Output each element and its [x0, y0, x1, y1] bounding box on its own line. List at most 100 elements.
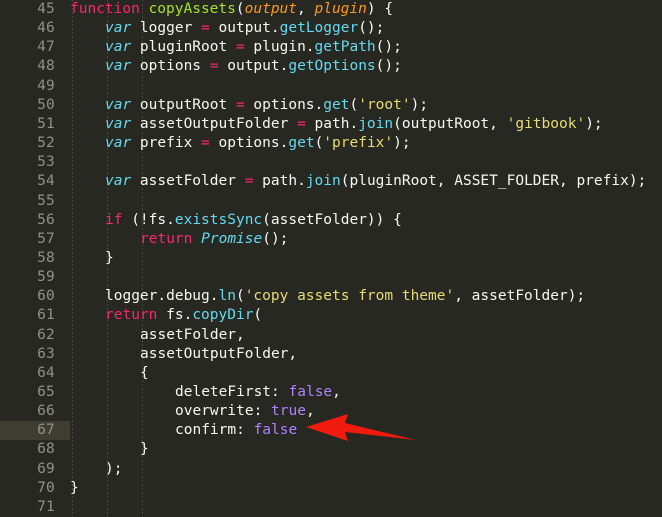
line-number[interactable]: 63 [0, 345, 70, 364]
code-line[interactable]: 48 var options = output.getOptions(); [0, 57, 662, 76]
code-text[interactable]: } [70, 249, 114, 268]
code-line[interactable]: 60 logger.debug.ln('copy assets from them… [0, 287, 662, 306]
code-line[interactable]: 54 var assetFolder = path.join(pluginRoot… [0, 172, 662, 191]
code-text[interactable] [70, 153, 105, 172]
code-line[interactable]: 69); [0, 460, 662, 479]
code-text[interactable]: var pluginRoot = plugin.getPath(); [70, 38, 402, 57]
code-text[interactable]: if (!fs.existsSync(assetFolder)) { [70, 211, 402, 230]
code-text[interactable]: var options = output.getOptions(); [70, 57, 402, 76]
code-line[interactable]: 65 deleteFirst: false, [0, 383, 662, 402]
token-pl: } [70, 479, 79, 496]
line-number[interactable]: 62 [0, 326, 70, 345]
token-pl: (); [375, 58, 402, 75]
token-meth: getPath [314, 39, 376, 56]
line-number[interactable]: 64 [0, 364, 70, 383]
token-pl: (!fs. [122, 211, 175, 228]
line-number[interactable]: 53 [0, 153, 70, 172]
line-number[interactable]: 57 [0, 230, 70, 249]
code-text[interactable]: logger.debug.ln('copy assets from theme'… [70, 287, 585, 306]
token-pl: options [131, 58, 210, 75]
code-text[interactable]: return Promise(); [70, 230, 288, 249]
code-text[interactable]: assetFolder, [70, 326, 245, 345]
line-number[interactable]: 58 [0, 249, 70, 268]
line-number[interactable]: 56 [0, 211, 70, 230]
code-text[interactable] [70, 192, 105, 211]
line-number[interactable]: 47 [0, 38, 70, 57]
token-pl: , assetFolder); [454, 288, 586, 305]
code-line[interactable]: 62 assetFolder, [0, 326, 662, 345]
code-line[interactable]: 66 overwrite: true, [0, 402, 662, 421]
code-text[interactable]: } [70, 479, 79, 498]
code-line[interactable]: 70} [0, 479, 662, 498]
code-line[interactable]: 46 var logger = output.getLogger(); [0, 19, 662, 38]
code-text[interactable]: deleteFirst: false, [70, 383, 341, 402]
code-line[interactable]: 63 assetOutputFolder, [0, 345, 662, 364]
code-line[interactable]: 49 [0, 77, 662, 96]
code-line[interactable]: 55 [0, 192, 662, 211]
line-number[interactable]: 46 [0, 19, 70, 38]
token-var: var [105, 173, 132, 190]
code-text[interactable]: } [70, 440, 149, 459]
line-number[interactable]: 69 [0, 460, 70, 479]
line-number[interactable]: 50 [0, 96, 70, 115]
token-var: var [105, 20, 132, 37]
code-editor[interactable]: 45 function copyAssets(output, plugin) {4… [0, 0, 662, 517]
token-meth: copyDir [192, 307, 254, 324]
code-text[interactable]: var outputRoot = options.get('root'); [70, 96, 428, 115]
line-number[interactable]: 60 [0, 287, 70, 306]
code-text[interactable]: var assetFolder = path.join(pluginRoot, … [70, 172, 646, 191]
code-text[interactable] [70, 268, 105, 287]
code-line[interactable]: 56 if (!fs.existsSync(assetFolder)) { [0, 211, 662, 230]
code-line[interactable]: 50 var outputRoot = options.get('root'); [0, 96, 662, 115]
line-number[interactable]: 70 [0, 479, 70, 498]
line-number[interactable]: 49 [0, 77, 70, 96]
token-pl: (pluginRoot, ASSET_FOLDER, prefix); [340, 173, 647, 190]
token-op: = [297, 115, 306, 132]
code-text[interactable]: { [70, 364, 149, 383]
token-pl: overwrite: [175, 403, 272, 420]
code-line[interactable]: 67 confirm: false [0, 421, 662, 441]
token-meth: existsSync [174, 211, 263, 228]
code-text[interactable] [70, 77, 105, 96]
line-number[interactable]: 51 [0, 115, 70, 134]
code-line[interactable]: 52 var prefix = options.get('prefix'); [0, 134, 662, 153]
code-line[interactable]: 51 var assetOutputFolder = path.join(outp… [0, 115, 662, 134]
code-line[interactable]: 47 var pluginRoot = plugin.getPath(); [0, 38, 662, 57]
code-text[interactable]: overwrite: true, [70, 402, 315, 421]
line-number[interactable]: 66 [0, 402, 70, 421]
code-text[interactable]: confirm: false [70, 421, 297, 440]
code-line[interactable]: 71 [0, 498, 662, 517]
code-text[interactable]: return fs.copyDir( [70, 306, 262, 325]
code-line[interactable]: 57 return Promise(); [0, 230, 662, 249]
code-text[interactable]: function copyAssets(output, plugin) { [70, 0, 393, 19]
code-text[interactable]: var assetOutputFolder = path.join(output… [70, 115, 603, 134]
line-number[interactable]: 55 [0, 192, 70, 211]
token-str: 'copy assets from theme' [244, 288, 455, 305]
code-line[interactable]: 68} [0, 440, 662, 459]
line-number[interactable]: 52 [0, 134, 70, 153]
code-line[interactable]: 64 { [0, 364, 662, 383]
token-str: 'root' [358, 96, 411, 113]
code-text[interactable]: ); [70, 460, 122, 479]
code-line[interactable]: 61 return fs.copyDir( [0, 306, 662, 325]
token-pl: confirm: [175, 422, 254, 439]
line-number[interactable]: 71 [0, 498, 70, 517]
token-meth: ln [218, 288, 236, 305]
line-number[interactable]: 59 [0, 268, 70, 287]
line-number[interactable]: 54 [0, 172, 70, 191]
code-line[interactable]: 45 function copyAssets(output, plugin) { [0, 0, 662, 19]
line-number[interactable]: 48 [0, 57, 70, 76]
token-pl: output. [209, 20, 280, 37]
code-line[interactable]: 58} [0, 249, 662, 268]
code-text[interactable]: var prefix = options.get('prefix'); [70, 134, 411, 153]
line-number[interactable]: 45 [0, 0, 70, 19]
code-line[interactable]: 59 [0, 268, 662, 287]
line-number[interactable]: 67 [0, 421, 70, 441]
line-number[interactable]: 68 [0, 440, 70, 459]
code-text[interactable]: var logger = output.getLogger(); [70, 19, 384, 38]
code-text[interactable]: assetOutputFolder, [70, 345, 297, 364]
code-line[interactable]: 53 [0, 153, 662, 172]
line-number[interactable]: 61 [0, 306, 70, 325]
line-number[interactable]: 65 [0, 383, 70, 402]
